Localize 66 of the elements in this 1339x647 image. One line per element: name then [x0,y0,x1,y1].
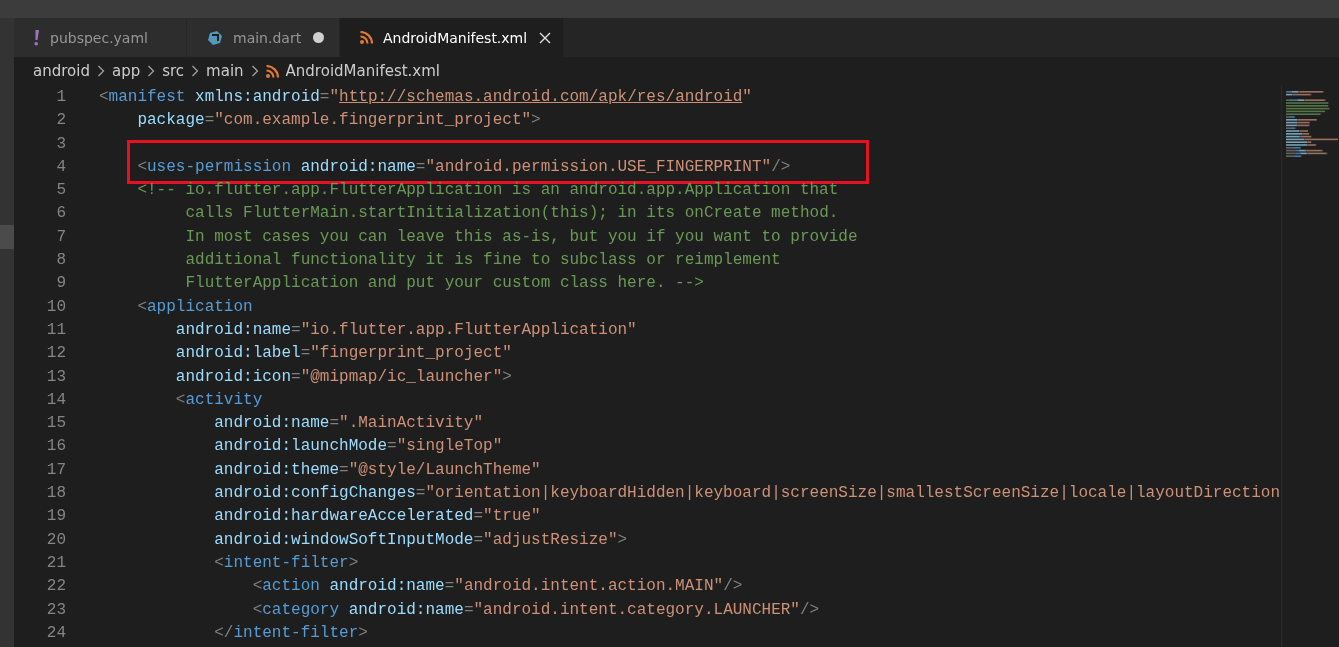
code-line: <category android:name="android.intent.category.LAUNCHER"/> [252,599,820,621]
code-line: <application [137,296,253,318]
breadcrumb-item[interactable]: app [111,62,141,80]
line-number: 22 [45,576,66,598]
line-number: 13 [45,366,66,388]
line-number: 3 [55,133,66,155]
line-number: 11 [45,319,66,341]
line-number: 2 [55,110,66,132]
exclamation-icon [34,29,40,46]
line-number: 18 [45,483,66,505]
line-number: 12 [45,343,66,365]
chevron-right-icon [96,65,105,77]
editor-tab[interactable]: AndroidManifest.xml [340,18,565,57]
line-number: 8 [55,250,66,272]
line-number: 7 [55,226,66,248]
code-line: In most cases you can leave this as-is, but you if you want to provide [185,226,858,248]
code-line: </intent-filter> [214,622,368,644]
breadcrumb-item[interactable]: main [206,62,244,80]
editor-tab[interactable]: pubspec.yaml [14,18,187,57]
activity-bar-highlight [0,225,14,249]
code-line: android:windowSoftInputMode="adjustResize"> [214,529,628,551]
code-line: FlutterApplication and put your custom class here. --> [185,273,704,295]
breadcrumb-item[interactable]: AndroidManifest.xml [285,62,440,80]
line-number: 24 [45,622,66,644]
line-number: 9 [55,273,66,295]
code-line: <action android:name="android.intent.action.MAIN"/> [252,576,743,598]
code-line: calls FlutterMain.startInitialization(this); in its onCreate method. [185,203,839,225]
breadcrumb-item[interactable]: android [33,62,90,80]
line-number: 15 [45,413,66,435]
line-number: 4 [55,156,66,178]
chevron-right-icon [147,65,156,77]
line-number: 17 [45,459,66,481]
line-number: 16 [45,436,66,458]
rss-icon [265,64,279,78]
line-number: 1 [55,87,66,108]
breadcrumb-item[interactable]: src [162,62,185,80]
code-line: additional functionality it is fine to subclass or reimplement [185,250,781,272]
line-number: 10 [45,296,66,318]
line-number: 14 [45,389,66,411]
editor-tab[interactable]: main.dart [187,18,340,57]
code-line: android:launchMode="singleTop" [214,436,503,458]
chevron-right-icon [250,65,259,77]
chevron-right-icon [191,65,200,77]
line-number: 5 [55,180,66,202]
code-line: <!-- io.flutter.app.FlutterApplication is an android.app.Application that [137,180,839,202]
code-line: android:hardwareAccelerated="true" [214,506,541,528]
unsaved-dot-icon [313,32,325,43]
line-number: 23 [45,599,66,621]
dart-logo-icon [207,29,223,46]
code-line: android:theme="@style/LaunchTheme" [214,459,541,481]
line-number: 21 [45,552,66,574]
close-icon[interactable] [539,31,552,44]
line-number: 20 [45,529,66,551]
code-line: android:name="io.flutter.app.FlutterApplication" [175,319,637,341]
code-line: <activity [175,389,263,411]
code-line: <manifest xmlns:android="http://schemas.android.com/apk/res/android" [99,87,752,108]
rss-icon [360,31,373,44]
line-number: 6 [55,203,66,225]
code-line: android:icon="@mipmap/ic_launcher"> [175,366,512,388]
code-line: android:label="fingerprint_project" [175,343,512,365]
code-line: <intent-filter> [214,552,359,574]
code-line: android:name=".MainActivity" [214,413,484,435]
code-line: android:configChanges="orientation|keyboardHidden|keyboard|screenSize|smallestScreenSize|locale|layoutDirection [214,483,1280,505]
code-line: package="com.example.fingerprint_project"> [137,110,541,132]
line-number: 19 [45,506,66,528]
code-line: <uses-permission android:name="android.permission.USE_FINGERPRINT"/> [137,156,791,178]
